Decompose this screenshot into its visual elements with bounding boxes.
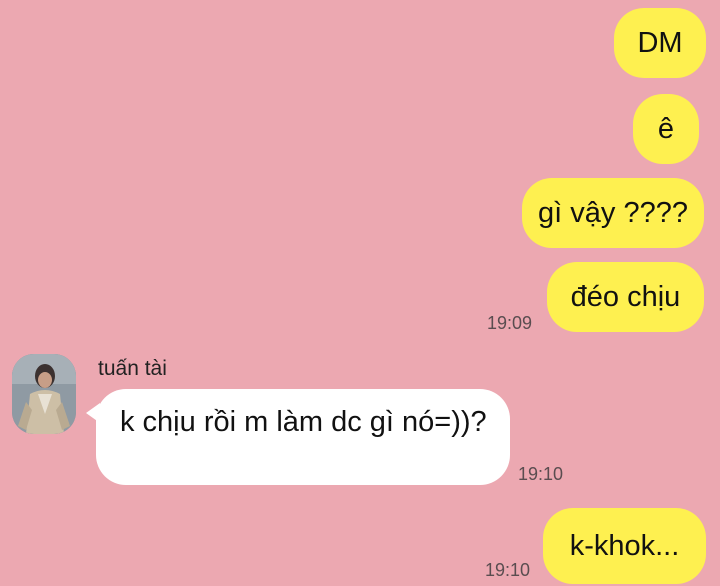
person-photo-icon (12, 354, 76, 434)
outgoing-message-bubble[interactable]: ê (633, 94, 699, 164)
message-text: k-khok... (569, 530, 680, 562)
sender-avatar[interactable] (12, 354, 76, 434)
message-text: DM (637, 27, 683, 59)
message-timestamp: 19:10 (485, 560, 531, 580)
message-text: gì vậy ???? (538, 197, 688, 229)
message-text: k chịu rồi m làm dc gì nó=))? (120, 406, 487, 438)
outgoing-message-bubble[interactable]: gì vậy ???? (522, 178, 704, 248)
sender-name: tuấn tài (98, 357, 167, 380)
outgoing-message-bubble[interactable]: đéo chịu (547, 262, 704, 332)
message-timestamp: 19:09 (487, 313, 533, 333)
message-timestamp: 19:10 (518, 464, 564, 484)
message-text: ê (657, 113, 675, 145)
outgoing-message-bubble[interactable]: DM (614, 8, 706, 78)
incoming-message-bubble[interactable]: k chịu rồi m làm dc gì nó=))? (86, 389, 510, 485)
message-text: đéo chịu (570, 281, 681, 313)
outgoing-message-bubble[interactable]: k-khok... (543, 508, 706, 584)
